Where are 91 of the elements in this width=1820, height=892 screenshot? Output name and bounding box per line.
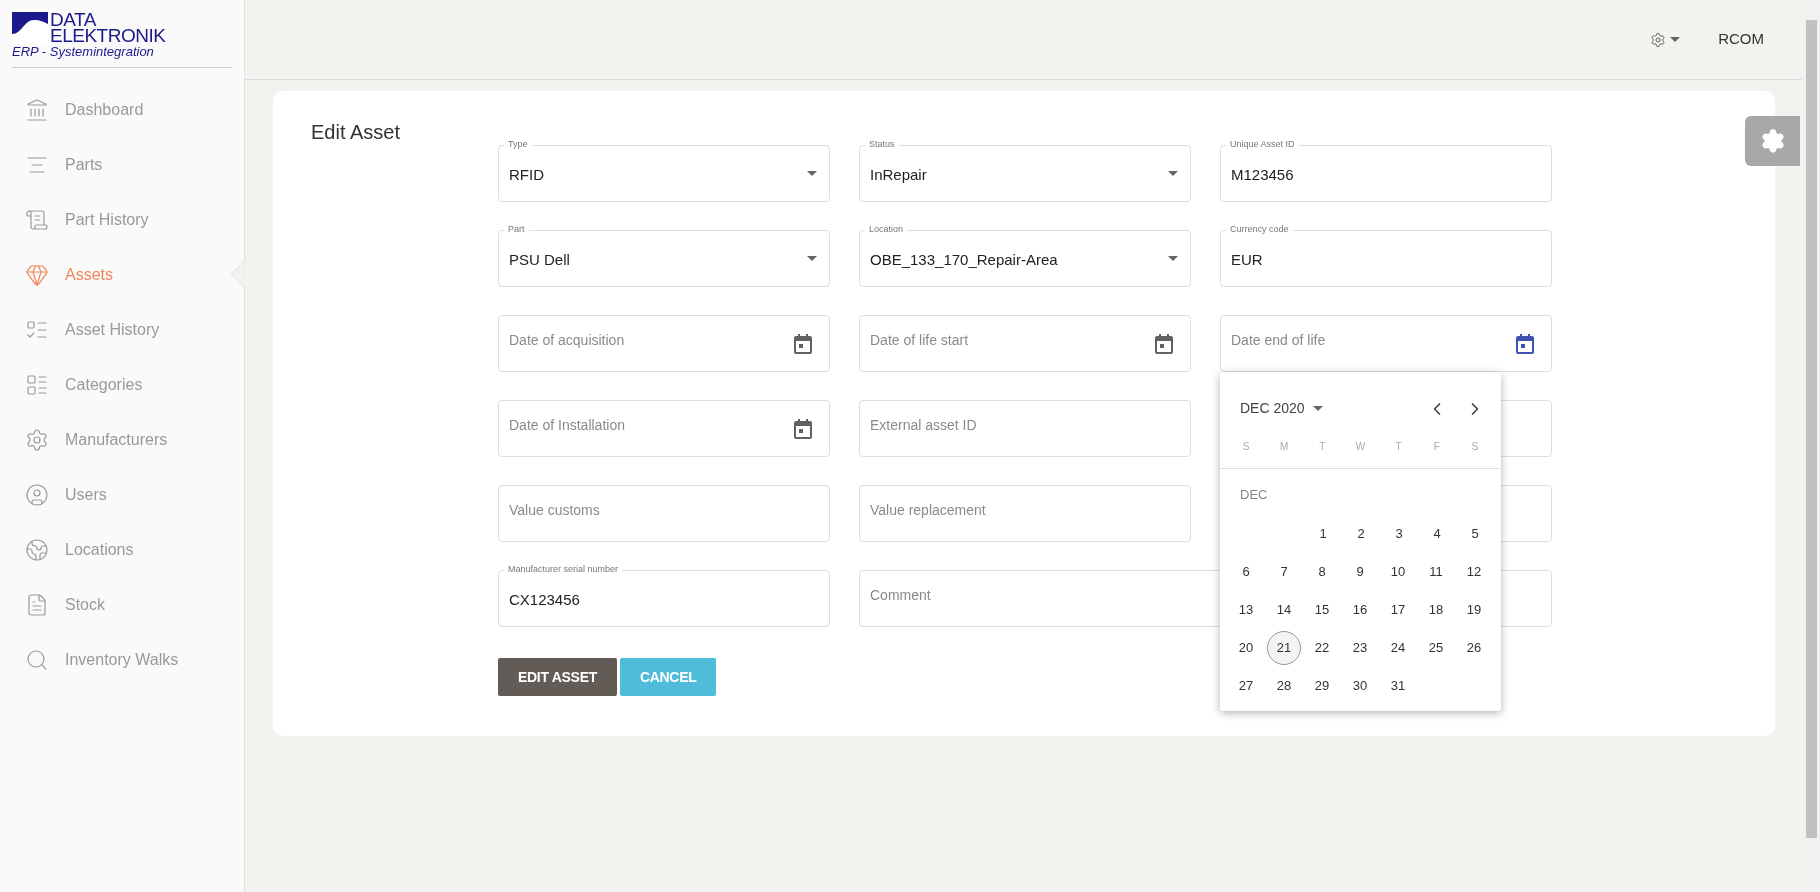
month-label: DEC bbox=[1239, 486, 1268, 504]
gear-icon bbox=[1759, 128, 1786, 154]
gear-icon bbox=[1650, 31, 1667, 48]
search-icon bbox=[25, 647, 49, 672]
month-year-selector[interactable]: DEC 2020 bbox=[1240, 398, 1323, 419]
calendar-day[interactable]: 30 bbox=[1343, 668, 1377, 703]
calendar-day[interactable]: 29 bbox=[1305, 668, 1339, 703]
diamond-icon bbox=[25, 262, 49, 287]
field-placeholder: Comment bbox=[870, 586, 931, 605]
logo-tagline: ERP - Systemintegration bbox=[12, 44, 155, 59]
weekday-label: M bbox=[1279, 440, 1290, 454]
field-label: Type bbox=[504, 139, 532, 150]
input-field[interactable]: External asset ID bbox=[859, 400, 1191, 457]
calendar-day[interactable]: 5 bbox=[1458, 516, 1492, 551]
bank-icon bbox=[25, 97, 49, 122]
settings-dropdown[interactable] bbox=[1650, 31, 1681, 48]
calendar-day[interactable]: 26 bbox=[1457, 630, 1491, 665]
field-value: M123456 bbox=[1231, 165, 1294, 186]
calendar-day[interactable]: 16 bbox=[1343, 592, 1377, 627]
caret-icon bbox=[1670, 37, 1681, 42]
submit-button[interactable]: EDIT ASSET bbox=[498, 658, 617, 696]
weekday-label: S bbox=[1470, 440, 1480, 454]
date-field[interactable]: Date of Installation bbox=[498, 400, 830, 457]
logo-text: DATA bbox=[50, 12, 97, 28]
field-value: EUR bbox=[1231, 250, 1263, 271]
calendar-day[interactable]: 19 bbox=[1457, 592, 1491, 627]
calendar-day[interactable]: 24 bbox=[1381, 630, 1415, 665]
field-label: Part bbox=[504, 224, 529, 235]
weekday-label: W bbox=[1354, 440, 1367, 454]
calendar-icon[interactable] bbox=[1155, 334, 1173, 354]
document-icon bbox=[25, 207, 49, 232]
field-placeholder: Date of life start bbox=[870, 331, 969, 350]
calendar-day[interactable]: 2 bbox=[1344, 516, 1378, 551]
calendar-day[interactable]: 22 bbox=[1305, 630, 1339, 665]
calendar-day[interactable]: 20 bbox=[1229, 630, 1263, 665]
field-value: CX123456 bbox=[509, 590, 580, 611]
calendar-day[interactable]: 3 bbox=[1382, 516, 1416, 551]
weekday-label: S bbox=[1241, 440, 1251, 454]
caret-icon bbox=[807, 256, 817, 261]
field-label: Unique Asset ID bbox=[1226, 139, 1299, 150]
calendar-day[interactable]: 14 bbox=[1267, 592, 1301, 627]
globe-icon bbox=[25, 537, 49, 562]
field-placeholder: Date of acquisition bbox=[509, 331, 625, 350]
logo-wave-icon bbox=[12, 12, 48, 44]
field-placeholder: Value replacement bbox=[870, 501, 986, 520]
calendar-day[interactable]: 27 bbox=[1229, 668, 1263, 703]
field-label: Status bbox=[865, 139, 899, 150]
calendar-icon[interactable] bbox=[794, 334, 812, 354]
weekday-label: T bbox=[1394, 440, 1403, 454]
field-value: RFID bbox=[509, 165, 544, 186]
date-field[interactable]: Date of acquisition bbox=[498, 315, 830, 372]
calendar-day[interactable]: 1 bbox=[1306, 516, 1340, 551]
calendar-day[interactable]: 15 bbox=[1305, 592, 1339, 627]
input-field[interactable]: Value replacement bbox=[859, 485, 1191, 542]
gear-icon bbox=[25, 427, 49, 452]
calendar-day[interactable]: 25 bbox=[1419, 630, 1453, 665]
caret-icon bbox=[1168, 171, 1178, 176]
calendar-day[interactable]: 4 bbox=[1420, 516, 1454, 551]
calendar-day[interactable]: 13 bbox=[1229, 592, 1263, 627]
caret-icon bbox=[1168, 256, 1178, 261]
page-title: Edit Asset bbox=[311, 120, 401, 145]
field-label: Currency code bbox=[1226, 224, 1293, 235]
user-name[interactable]: RCOM bbox=[1718, 28, 1764, 51]
calendar-day[interactable]: 23 bbox=[1343, 630, 1377, 665]
user-icon bbox=[25, 482, 49, 507]
calendar-day[interactable]: 17 bbox=[1381, 592, 1415, 627]
calendar-day[interactable]: 31 bbox=[1381, 668, 1415, 703]
field-label: Location bbox=[865, 224, 908, 235]
field-placeholder: Value customs bbox=[509, 501, 600, 520]
calendar-icon[interactable] bbox=[794, 419, 812, 439]
caret-icon bbox=[1312, 406, 1323, 411]
field-value: PSU Dell bbox=[509, 250, 570, 271]
document-icon bbox=[25, 592, 49, 617]
input-field[interactable]: Value customs bbox=[498, 485, 830, 542]
caret-icon bbox=[807, 171, 817, 176]
logo-text: ELEKTRONIK bbox=[50, 28, 166, 44]
columns-icon bbox=[25, 372, 49, 397]
field-placeholder: External asset ID bbox=[870, 416, 977, 435]
field-value: InRepair bbox=[870, 165, 927, 186]
calendar-day[interactable]: 28 bbox=[1267, 668, 1301, 703]
field-placeholder: Date end of life bbox=[1231, 331, 1326, 350]
field-value: OBE_133_170_Repair-Area bbox=[870, 250, 1058, 271]
weekday-label: T bbox=[1318, 440, 1327, 454]
date-field[interactable]: Date end of life bbox=[1220, 315, 1552, 372]
field-label: Manufacturer serial number bbox=[504, 564, 623, 575]
date-field[interactable]: Date of life start bbox=[859, 315, 1191, 372]
calendar-day[interactable]: 18 bbox=[1419, 592, 1453, 627]
calendar-day[interactable]: 21 bbox=[1267, 630, 1301, 665]
field-placeholder: Date of Installation bbox=[509, 416, 625, 435]
calendar-icon[interactable] bbox=[1516, 334, 1534, 354]
weekday-label: F bbox=[1432, 440, 1441, 454]
